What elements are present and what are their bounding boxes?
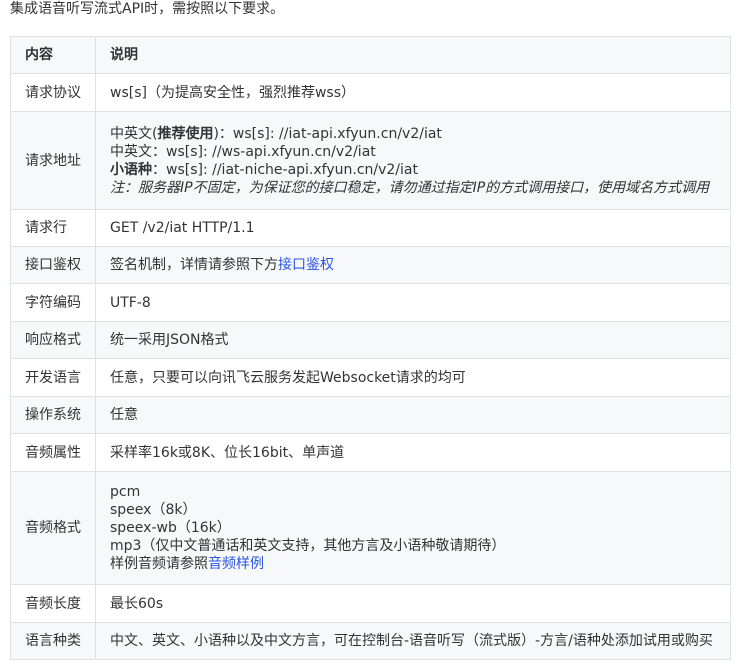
row-label: 请求协议 — [10, 73, 96, 112]
address-line-3: 小语种：ws[s]: //iat-niche-api.xfyun.cn/v2/i… — [110, 161, 418, 178]
row-value: 签名机制，详情请参照下方接口鉴权 — [95, 246, 731, 284]
header-description: 说明 — [95, 36, 731, 74]
table-row-audio-props: 音频属性 采样率16k或8K、位长16bit、单声道 — [10, 433, 731, 472]
row-label: 操作系统 — [10, 396, 96, 434]
table-row-auth: 接口鉴权 签名机制，详情请参照下方接口鉴权 — [10, 246, 731, 284]
address-line-2: 中英文：ws[s]: //ws-api.xfyun.cn/v2/iat — [110, 143, 376, 160]
row-value: 任意 — [95, 396, 731, 434]
table-row-address: 请求地址 中英文(推荐使用)：ws[s]: //iat-api.xfyun.cn… — [10, 111, 731, 210]
recommended-tag: 推荐使用 — [157, 125, 214, 142]
format-line: mp3（仅中文普通话和英文支持，其他方言及小语种敬请期待） — [110, 538, 506, 554]
row-label: 开发语言 — [10, 358, 96, 397]
table-row-audio-length: 音频长度 最长60s — [10, 584, 731, 623]
table-row-language: 开发语言 任意，只要可以向讯飞云服务发起Websocket请求的均可 — [10, 358, 731, 397]
row-value: 中文、英文、小语种以及中文方言，可在控制台-语音听写（流式版）-方言/语种处添加… — [95, 622, 731, 660]
row-label: 请求行 — [10, 209, 96, 247]
spec-table: 内容 说明 请求协议 ws[s]（为提高安全性，强烈推荐wss） 请求地址 中英… — [10, 36, 731, 660]
address-note: 注：服务器IP不固定，为保证您的接口稳定，请勿通过指定IP的方式调用接口，使用域… — [110, 179, 710, 196]
row-value: GET /v2/iat HTTP/1.1 — [95, 209, 731, 247]
table-row-lang-types: 语言种类 中文、英文、小语种以及中文方言，可在控制台-语音听写（流式版）-方言/… — [10, 622, 731, 660]
row-value: 最长60s — [95, 584, 731, 623]
niche-language-tag: 小语种 — [110, 161, 152, 178]
format-line: speex（8k） — [110, 502, 197, 518]
row-label: 请求地址 — [10, 111, 96, 210]
table-row-os: 操作系统 任意 — [10, 396, 731, 434]
row-label: 音频格式 — [10, 471, 96, 585]
row-value: 采样率16k或8K、位长16bit、单声道 — [95, 433, 731, 472]
table-header-row: 内容 说明 — [10, 36, 731, 74]
row-label: 字符编码 — [10, 283, 96, 322]
row-label: 音频长度 — [10, 584, 96, 623]
table-row-protocol: 请求协议 ws[s]（为提高安全性，强烈推荐wss） — [10, 73, 731, 112]
row-label: 接口鉴权 — [10, 246, 96, 284]
audio-sample-link[interactable]: 音频样例 — [208, 556, 264, 572]
row-label: 音频属性 — [10, 433, 96, 472]
row-value: UTF-8 — [95, 283, 731, 322]
table-row-audio-format: 音频格式 pcm speex（8k） speex-wb（16k） mp3（仅中文… — [10, 471, 731, 585]
format-line: pcm — [110, 484, 141, 500]
row-value: 任意，只要可以向讯飞云服务发起Websocket请求的均可 — [95, 358, 731, 397]
header-content: 内容 — [10, 36, 96, 74]
row-value: 中英文(推荐使用)：ws[s]: //iat-api.xfyun.cn/v2/i… — [95, 111, 731, 210]
row-label: 响应格式 — [10, 321, 96, 359]
format-line: speex-wb（16k） — [110, 520, 231, 536]
address-line-1: 中英文(推荐使用)：ws[s]: //iat-api.xfyun.cn/v2/i… — [110, 125, 442, 142]
row-value: 统一采用JSON格式 — [95, 321, 731, 359]
format-sample-line: 样例音频请参照音频样例 — [110, 556, 264, 572]
auth-link[interactable]: 接口鉴权 — [278, 257, 334, 273]
row-value: ws[s]（为提高安全性，强烈推荐wss） — [95, 73, 731, 112]
row-value: pcm speex（8k） speex-wb（16k） mp3（仅中文普通话和英… — [95, 471, 731, 585]
table-row-request-line: 请求行 GET /v2/iat HTTP/1.1 — [10, 209, 731, 247]
table-row-encoding: 字符编码 UTF-8 — [10, 283, 731, 322]
intro-text: 集成语音听写流式API时，需按照以下要求。 — [10, 1, 285, 17]
table-row-response: 响应格式 统一采用JSON格式 — [10, 321, 731, 359]
row-label: 语言种类 — [10, 622, 96, 660]
